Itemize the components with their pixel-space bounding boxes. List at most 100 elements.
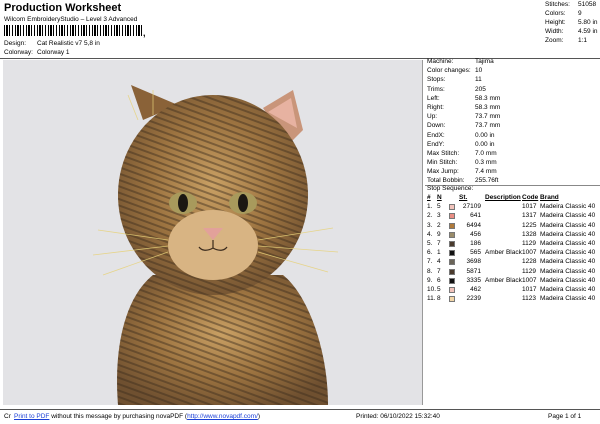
stat-value: 1:1 <box>578 37 588 44</box>
row-description: Amber Black <box>485 249 522 257</box>
color-swatch <box>449 240 455 247</box>
info-label: Color changes: <box>427 67 471 75</box>
footer-cr: Cr <box>4 413 11 420</box>
print-to-pdf-link[interactable]: Print to PDF <box>14 413 49 420</box>
row-index: 2. <box>427 212 433 220</box>
info-label: Machine: <box>427 58 454 65</box>
row-needle: 5 <box>437 203 441 211</box>
row-code: 1017 <box>522 285 537 293</box>
col-n: N <box>437 194 442 201</box>
info-value: 58.3 mm <box>475 94 501 102</box>
row-index: 10. <box>427 285 437 293</box>
row-code: 1017 <box>522 203 537 211</box>
colorway-label: Colorway: <box>4 49 33 56</box>
color-swatch <box>449 296 455 303</box>
info-label: Min Stitch: <box>427 159 458 167</box>
row-stitches: 5871 <box>466 267 481 275</box>
info-row: Up: 73.7 mm <box>427 114 597 123</box>
row-index: 7. <box>427 258 433 266</box>
software-subtitle: Wilcom EmbroideryStudio – Level 3 Advanc… <box>4 16 138 23</box>
row-index: 3. <box>427 221 433 229</box>
stat-row: Zoom: 1:1 <box>545 37 599 47</box>
info-label: Max Jump: <box>427 168 459 176</box>
row-code: 1228 <box>522 258 537 266</box>
row-code: 1317 <box>522 212 537 220</box>
page-number: Page 1 of 1 <box>548 413 582 420</box>
design-label: Design: <box>4 40 27 47</box>
stat-label: Width: <box>545 28 564 35</box>
info-value: 0.00 in <box>475 131 495 139</box>
row-needle: 2 <box>437 221 441 229</box>
info-value: 10 <box>475 67 483 75</box>
info-row: Down: 73.7 mm <box>427 123 597 132</box>
row-needle: 5 <box>437 285 441 293</box>
table-row: 11. 8 2239 1123 Madeira Classic 40 <box>425 296 598 305</box>
row-code: 1328 <box>522 230 537 238</box>
row-stitches: 456 <box>470 230 481 238</box>
row-index: 11. <box>427 295 436 303</box>
info-value: 0.3 mm <box>475 159 497 167</box>
novapdf-message: Print to PDF without this message by pur… <box>14 413 261 421</box>
col-brand: Brand <box>540 194 559 201</box>
row-brand: Madeira Classic 40 <box>540 249 596 257</box>
info-row: Stops: 11 <box>427 77 597 86</box>
row-needle: 7 <box>437 267 441 275</box>
message-text: without this message by purchasing novaP… <box>49 413 188 420</box>
printed-timestamp: Printed: 06/10/2022 15:32:40 <box>356 413 440 420</box>
info-value: 0.00 in <box>475 140 495 148</box>
row-code: 1007 <box>522 276 537 284</box>
info-value: 7.0 mm <box>475 149 497 157</box>
info-label: Right: <box>427 103 444 111</box>
info-value: 11 <box>475 76 482 84</box>
info-row: Right: 58.3 mm <box>427 103 597 114</box>
row-stitches: 3698 <box>466 258 481 266</box>
row-stitches: 565 <box>470 249 481 257</box>
stat-label: Height: <box>545 19 566 26</box>
row-brand: Madeira Classic 40 <box>540 285 596 293</box>
stat-value: 5.80 in <box>578 19 598 26</box>
row-stitches: 27109 <box>462 203 481 211</box>
row-stitches: 6494 <box>466 221 481 229</box>
info-row: EndX: 0.00 in <box>427 131 597 142</box>
color-swatch <box>449 231 455 238</box>
row-index: 1. <box>427 203 433 211</box>
color-swatch <box>449 204 455 211</box>
message-end: ) <box>257 413 261 420</box>
stat-value: 4.59 in <box>578 28 598 35</box>
info-label: EndY: <box>427 140 445 148</box>
info-label: Trims: <box>427 85 445 93</box>
info-row: Left: 58.3 mm <box>427 94 597 105</box>
stop-sequence-table: # N St. Description Code Brand 1. 5 27109 1… <box>425 194 598 305</box>
row-index: 4. <box>427 230 433 238</box>
col-hash: # <box>427 194 431 201</box>
row-brand: Madeira Classic 40 <box>540 239 596 247</box>
row-needle: 8 <box>437 295 441 303</box>
color-swatch <box>449 286 455 293</box>
novapdf-url-link[interactable]: http://www.novapdf.com/ <box>187 413 258 420</box>
row-needle: 4 <box>437 258 441 266</box>
info-label: Stops: <box>427 76 446 84</box>
row-stitches: 186 <box>470 239 481 247</box>
stat-value: 51058 <box>578 1 597 8</box>
row-code: 1225 <box>522 221 537 229</box>
row-description: Amber Black <box>485 276 522 284</box>
color-swatch <box>449 213 455 220</box>
row-brand: Madeira Classic 40 <box>540 258 596 266</box>
machine-info: Machine: Tajima Color changes: 10 Stops: 11… <box>427 58 597 188</box>
row-needle: 3 <box>437 212 441 220</box>
row-needle: 1 <box>437 249 441 257</box>
row-brand: Madeira Classic 40 <box>540 203 596 211</box>
row-code: 1123 <box>522 295 536 303</box>
info-value: Tajima <box>475 58 494 65</box>
color-swatch <box>449 259 455 266</box>
row-stitches: 641 <box>470 212 481 220</box>
col-description: Description <box>485 194 521 201</box>
design-stats: Stitches: 51058 Colors: 9 Height: 5.80 in W… <box>545 1 599 47</box>
color-swatch <box>449 250 455 257</box>
row-index: 5. <box>427 239 433 247</box>
stat-value: 9 <box>578 10 582 17</box>
row-index: 8. <box>427 267 433 275</box>
row-needle: 7 <box>437 239 441 247</box>
info-label: EndX: <box>427 131 445 139</box>
barcode <box>4 25 142 36</box>
